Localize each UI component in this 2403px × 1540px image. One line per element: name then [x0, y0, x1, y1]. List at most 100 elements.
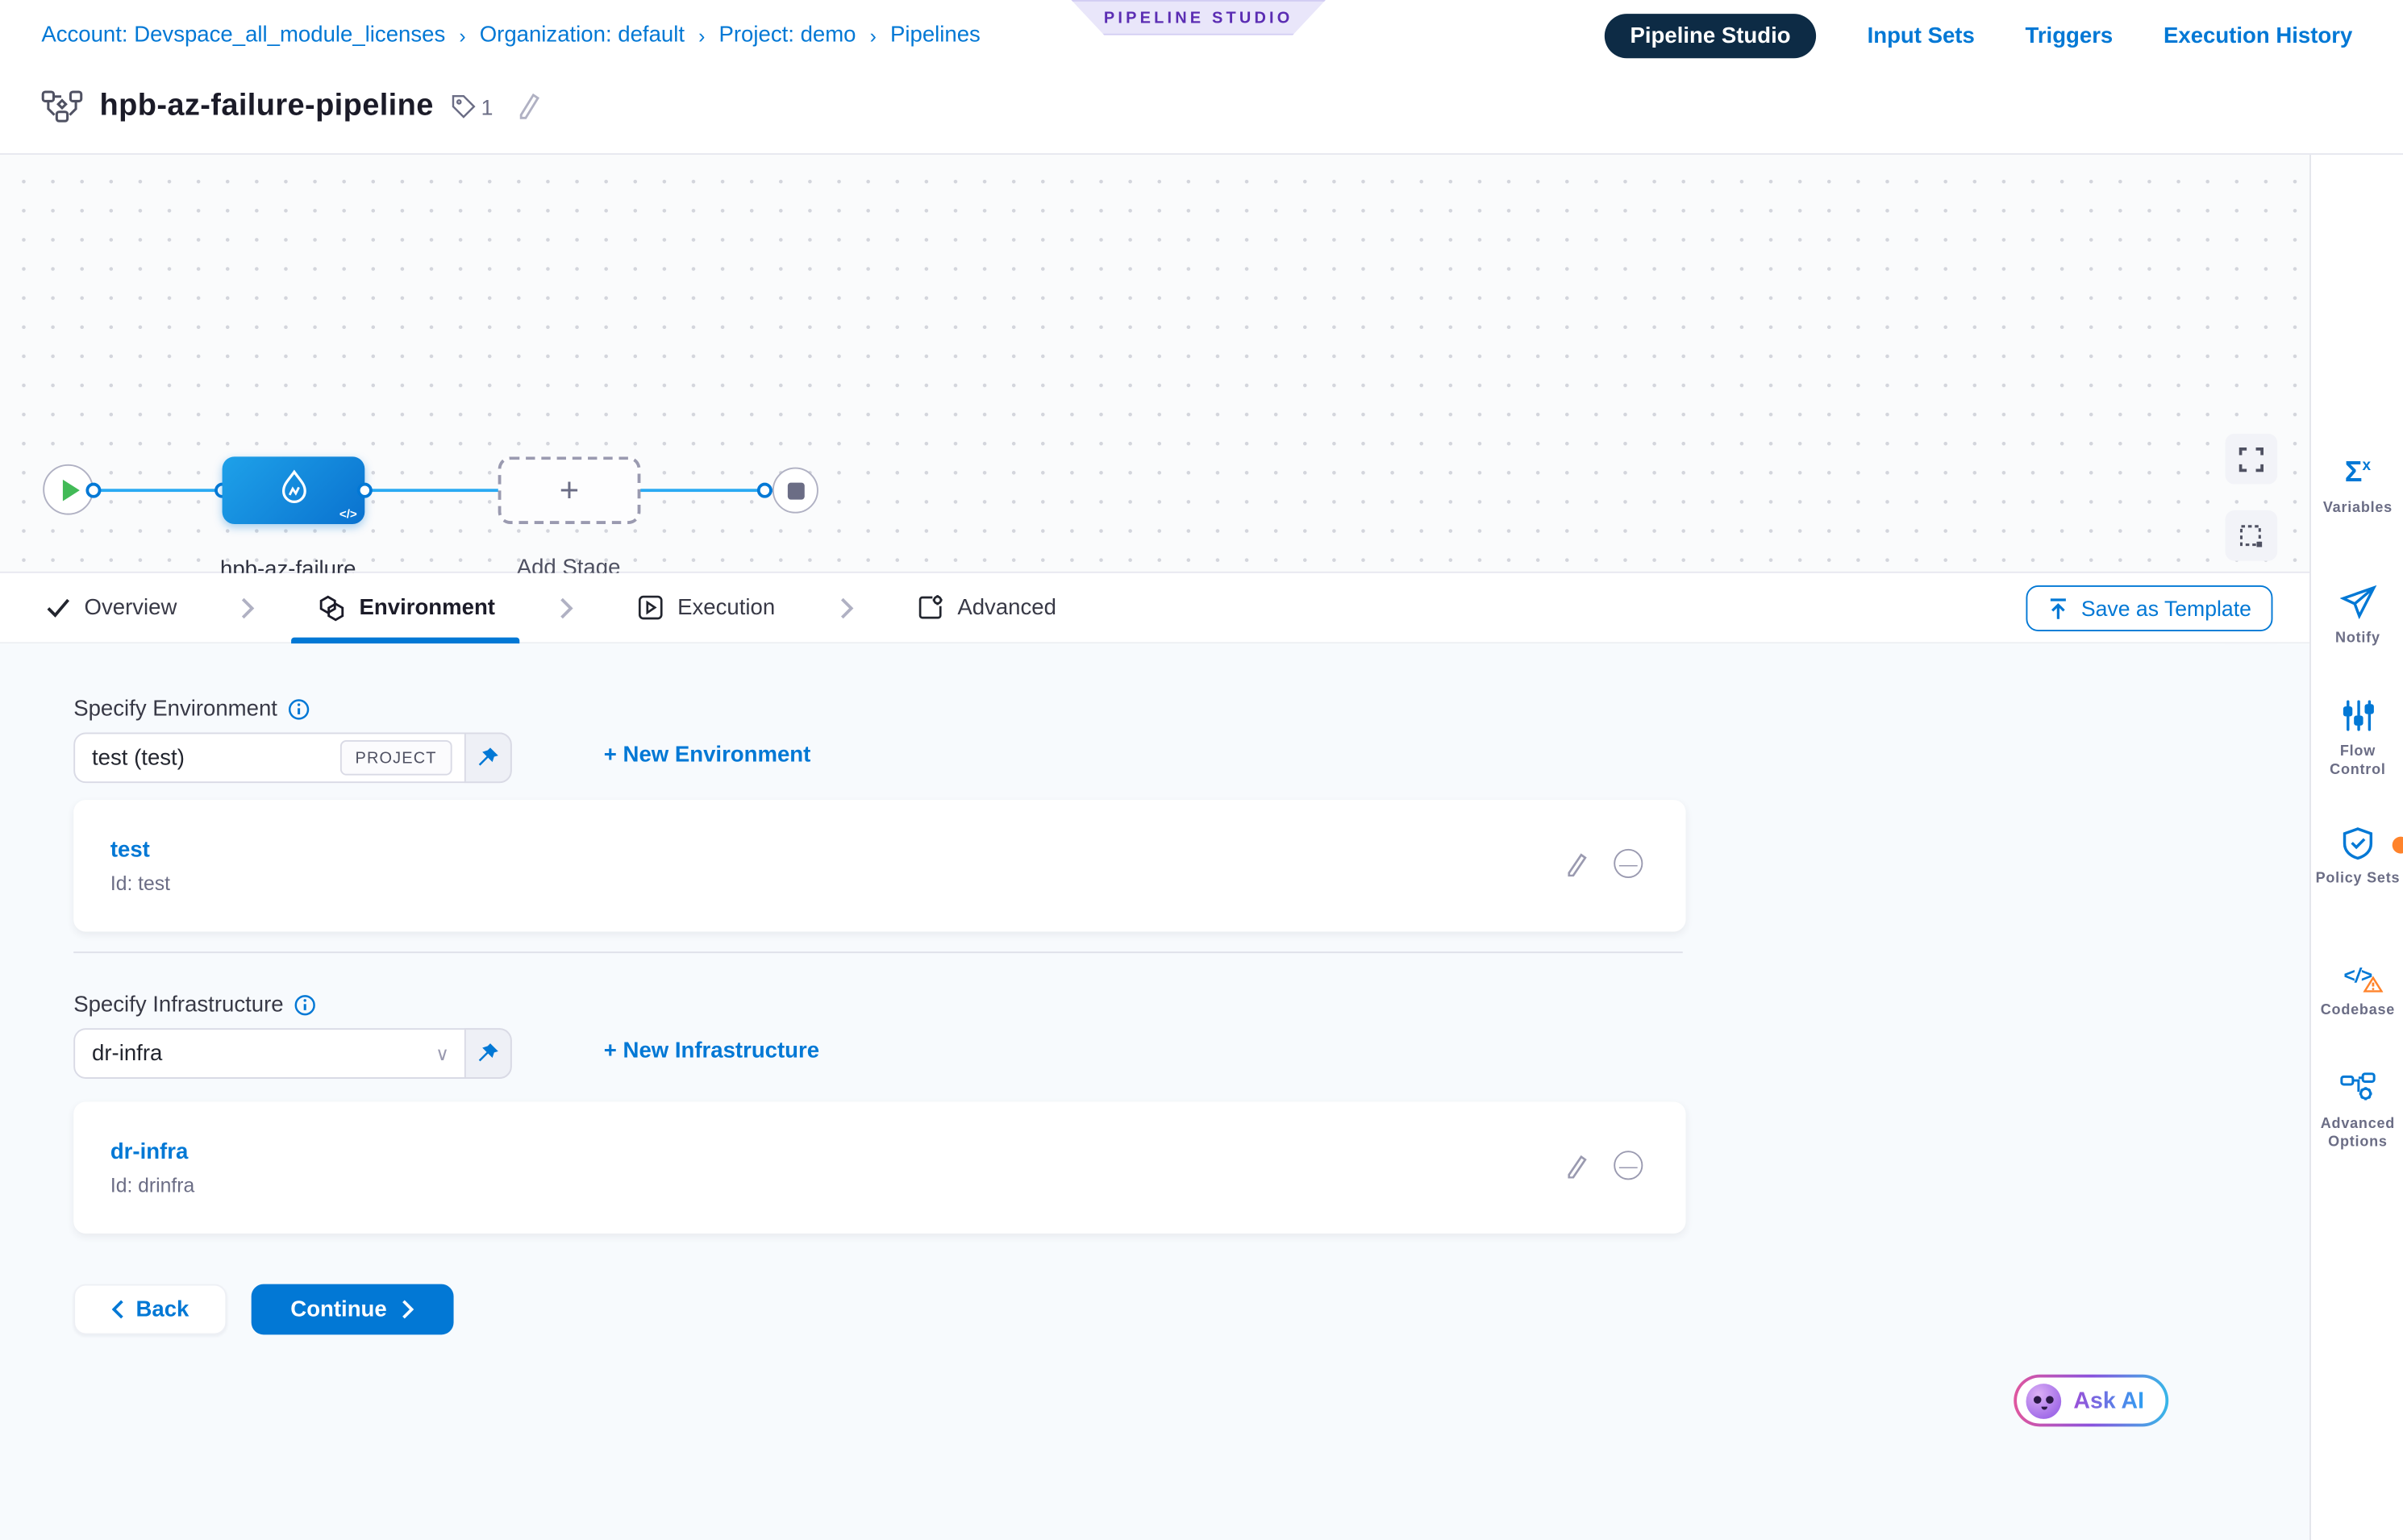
tab-overview[interactable]: Overview [46, 572, 177, 643]
ask-ai-button[interactable]: Ask AI [2014, 1375, 2168, 1427]
pipeline-studio-badge: PIPELINE STUDIO [1071, 0, 1325, 35]
sidebar-item-flow-control[interactable]: Flow Control [2311, 697, 2403, 780]
pin-icon [477, 747, 500, 770]
sidebar-item-policy-sets[interactable]: Policy Sets [2311, 824, 2403, 889]
sliders-icon [2341, 699, 2375, 733]
sidebar-item-variables[interactable]: Σx Variables [2311, 454, 2403, 518]
environment-scope-chip: PROJECT [339, 740, 452, 776]
chevron-right-icon [839, 597, 853, 618]
tab-pipeline-studio[interactable]: Pipeline Studio [1604, 14, 1817, 58]
shield-check-icon [2340, 825, 2376, 860]
breadcrumb-pipelines[interactable]: Pipelines [890, 23, 981, 48]
continue-button[interactable]: Continue [252, 1284, 454, 1335]
back-button[interactable]: Back [73, 1284, 227, 1335]
connector-dot [85, 483, 101, 498]
notification-dot [2393, 837, 2403, 854]
page-title: hpb-az-failure-pipeline [100, 89, 434, 124]
connector-line [69, 489, 794, 492]
sidebar-item-notify[interactable]: Notify [2311, 584, 2403, 648]
pipeline-header: hpb-az-failure-pipeline 1 VISUAL YAML Va… [0, 69, 2403, 155]
utility-sidebar: Σx Variables Notify Flow Control [2309, 155, 2403, 1540]
breadcrumb-separator: › [870, 23, 877, 47]
code-icon: </> [2343, 963, 2372, 986]
marquee-select-button[interactable] [2226, 510, 2278, 561]
tab-input-sets[interactable]: Input Sets [1868, 23, 1975, 48]
sidebar-item-advanced-options[interactable]: Advanced Options [2311, 1070, 2403, 1152]
environment-id: Id: test [110, 872, 170, 895]
sidebar-item-codebase[interactable]: </> Codebase [2311, 956, 2403, 1021]
environment-select[interactable]: test (test) PROJECT [73, 732, 512, 783]
tab-environment[interactable]: Environment [319, 572, 495, 643]
edit-title-icon[interactable] [516, 93, 540, 120]
infrastructure-select-value: dr-infra [75, 1041, 435, 1065]
marquee-select-icon [2239, 523, 2263, 547]
pipeline-gear-icon [2339, 1071, 2376, 1105]
tab-execution-history[interactable]: Execution History [2164, 23, 2352, 48]
remove-infrastructure-icon[interactable]: — [1614, 1151, 1643, 1180]
pipeline-graph-icon [41, 89, 82, 123]
info-icon[interactable] [294, 994, 316, 1016]
pin-environment-button[interactable] [464, 732, 512, 783]
infrastructure-name[interactable]: dr-infra [110, 1140, 188, 1164]
tab-advanced[interactable]: Advanced [918, 572, 1056, 643]
remove-environment-icon[interactable]: — [1614, 849, 1643, 878]
fullscreen-button[interactable] [2226, 434, 2278, 485]
breadcrumb: Account: Devspace_all_module_licenses › … [41, 23, 981, 48]
environment-select-value: test (test) [75, 746, 339, 770]
tab-triggers[interactable]: Triggers [2026, 23, 2114, 48]
upload-icon [2047, 597, 2069, 620]
new-environment-link[interactable]: + New Environment [604, 743, 811, 768]
warning-icon [2363, 976, 2383, 993]
infrastructure-select[interactable]: dr-infra ∨ [73, 1028, 512, 1079]
pin-infrastructure-button[interactable] [464, 1028, 512, 1079]
specify-environment-label: Specify Environment [73, 697, 310, 722]
check-icon [46, 597, 70, 618]
environment-name[interactable]: test [110, 839, 150, 863]
environment-tab-content: Specify Environment test (test) PROJECT … [0, 643, 2309, 1540]
edit-icon[interactable] [1564, 1153, 1588, 1177]
end-node [773, 468, 818, 514]
breadcrumb-separator: › [459, 23, 465, 47]
add-stage-button[interactable]: + [498, 456, 641, 524]
breadcrumb-project[interactable]: Project: demo [718, 23, 856, 48]
connector-dot [357, 483, 373, 498]
new-infrastructure-link[interactable]: + New Infrastructure [604, 1039, 819, 1063]
stage-node-hpb-az-failure[interactable]: </> [223, 456, 365, 524]
breadcrumb-account[interactable]: Account: Devspace_all_module_licenses [41, 23, 445, 48]
chevron-left-icon [111, 1300, 123, 1320]
pipeline-studio-app: Account: Devspace_all_module_licenses › … [0, 0, 2403, 1540]
execution-icon [638, 594, 664, 620]
specify-infrastructure-label: Specify Infrastructure [73, 993, 315, 1018]
ai-robot-icon [2026, 1383, 2061, 1418]
pipeline-canvas[interactable]: </> + hpb-az-failure Add Stage + — [0, 155, 2309, 573]
advanced-icon [918, 594, 943, 620]
chaos-flame-icon [275, 469, 312, 512]
ask-ai-label: Ask AI [2073, 1388, 2144, 1413]
stop-square-icon [787, 482, 804, 499]
chevron-right-icon [560, 597, 573, 618]
infrastructure-card[interactable]: dr-infra Id: drinfra — [73, 1101, 1685, 1233]
environment-card[interactable]: test Id: test — [73, 800, 1685, 931]
top-nav: Pipeline Studio Input Sets Triggers Exec… [1604, 14, 2352, 58]
tab-execution[interactable]: Execution [638, 572, 775, 643]
infrastructure-id: Id: drinfra [110, 1174, 194, 1197]
chevron-right-icon [241, 597, 255, 618]
breadcrumb-organization[interactable]: Organization: default [480, 23, 685, 48]
info-icon[interactable] [288, 699, 310, 721]
tags-count[interactable]: 1 [451, 94, 494, 119]
edit-icon[interactable] [1564, 851, 1588, 876]
sigma-icon: Σx [2345, 457, 2371, 486]
save-as-template-button[interactable]: Save as Template [2026, 585, 2272, 631]
section-divider [73, 951, 1683, 953]
pin-icon [477, 1042, 500, 1065]
top-header: Account: Devspace_all_module_licenses › … [0, 0, 2403, 69]
environment-icon [319, 593, 345, 621]
chevron-right-icon [402, 1300, 414, 1320]
breadcrumb-separator: › [698, 23, 705, 47]
chevron-down-icon: ∨ [435, 1043, 449, 1064]
stage-code-badge: </> [339, 507, 357, 521]
fullscreen-icon [2239, 447, 2263, 471]
paper-plane-icon [2339, 585, 2376, 619]
connector-dot [757, 483, 773, 498]
stage-tab-bar: Overview Environment Execution [0, 573, 2309, 643]
